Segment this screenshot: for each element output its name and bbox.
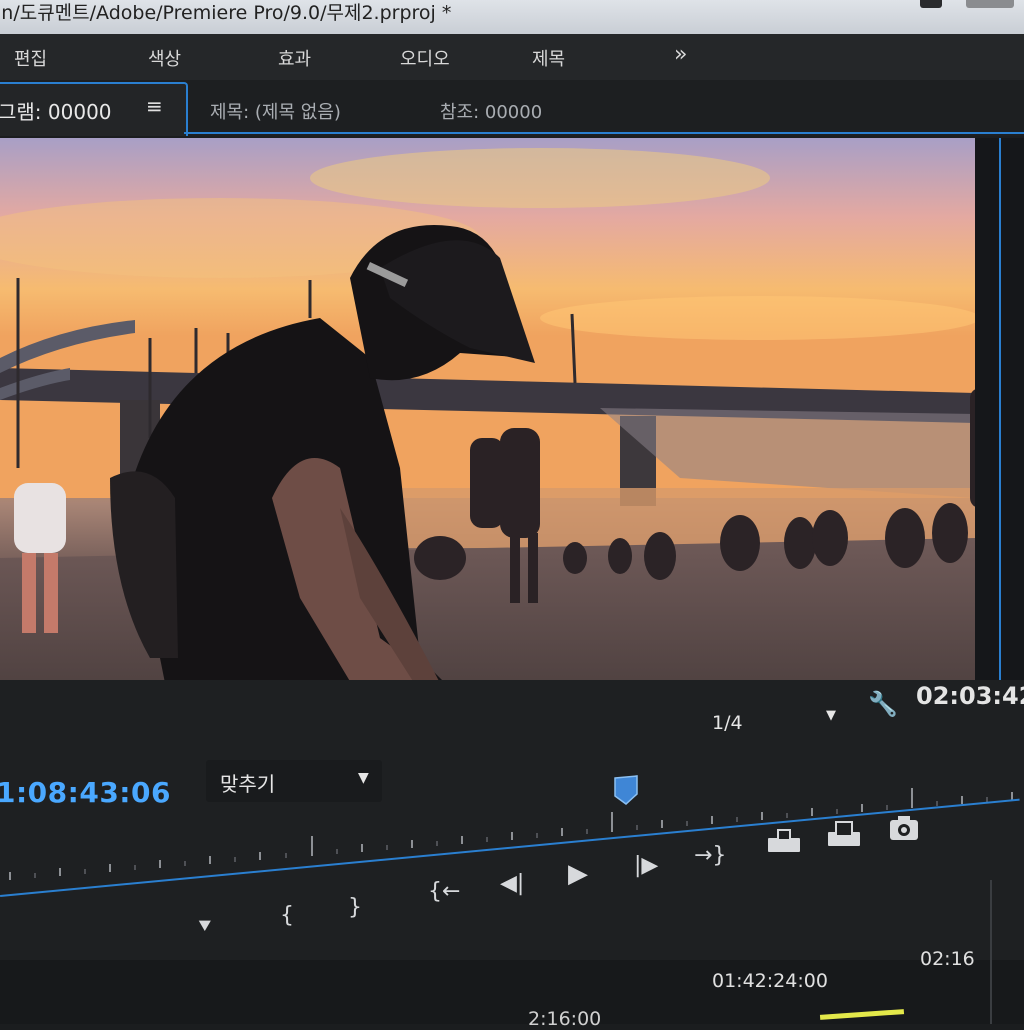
play-button[interactable]: ▶	[568, 861, 588, 887]
more-workspaces-icon[interactable]: »	[674, 42, 687, 67]
workspace-audio[interactable]: 오디오	[400, 45, 450, 71]
step-back-button[interactable]: ◀|	[500, 872, 524, 896]
camera-icon	[890, 816, 918, 840]
panel-divider	[990, 880, 992, 1024]
program-video-frame[interactable]	[0, 138, 975, 770]
project-path: in/도큐멘트/Adobe/Premiere Pro/9.0/무제2.prpro…	[0, 2, 452, 24]
panel-focus-border	[184, 132, 1024, 134]
step-forward-button[interactable]: |▶	[634, 854, 658, 878]
monitor-right-edge	[975, 138, 1024, 698]
go-to-out-button[interactable]: →}	[694, 844, 726, 868]
go-to-in-button[interactable]: {←	[428, 880, 460, 904]
add-marker-button[interactable]: ⯆	[196, 916, 214, 940]
playback-resolution-dropdown[interactable]: 1/4 ▼	[700, 704, 860, 744]
export-frame-button[interactable]	[888, 814, 920, 842]
workspace-menu: 편집 색상 효과 오디오 제목 »	[0, 34, 1024, 80]
duration-timecode: 02:03:42:	[916, 682, 1024, 710]
playhead-marker[interactable]	[614, 775, 638, 805]
panel-focus-border	[999, 138, 1001, 698]
program-tab-label: 그램: 00000	[0, 100, 112, 124]
video-scene-image	[0, 138, 975, 770]
workspace-color[interactable]: 색상	[148, 45, 181, 71]
timeline-time-label: 02:16	[920, 948, 975, 970]
program-monitor-header: 그램: 00000 ≡ 제목: (제목 없음) 참조: 00000	[0, 80, 1024, 136]
insert-button[interactable]	[766, 826, 802, 856]
window-control[interactable]	[966, 0, 1014, 8]
wrench-icon[interactable]: 🔧	[868, 690, 898, 718]
workspace-effects[interactable]: 효과	[278, 45, 311, 71]
reference-field: 참조: 00000	[440, 102, 543, 123]
workspace-titles[interactable]: 제목	[532, 45, 565, 71]
window-control[interactable]	[920, 0, 942, 8]
mark-in-button[interactable]: {	[280, 904, 294, 928]
insert-icon	[768, 829, 800, 852]
title-field: 제목: (제목 없음)	[210, 102, 341, 123]
timeline-time-label: 2:16:00	[528, 1008, 602, 1030]
chevron-down-icon: ▼	[826, 708, 836, 723]
workspace-edit[interactable]: 편집	[14, 45, 47, 71]
overwrite-icon	[828, 821, 860, 846]
panel-menu-icon[interactable]: ≡	[146, 94, 163, 118]
window-title-bar: in/도큐멘트/Adobe/Premiere Pro/9.0/무제2.prpro…	[0, 0, 1024, 34]
overwrite-button[interactable]	[826, 820, 862, 850]
timeline-time-label: 01:42:24:00	[712, 970, 828, 992]
resolution-label: 1/4	[712, 712, 743, 734]
mark-out-button[interactable]: }	[348, 896, 362, 920]
